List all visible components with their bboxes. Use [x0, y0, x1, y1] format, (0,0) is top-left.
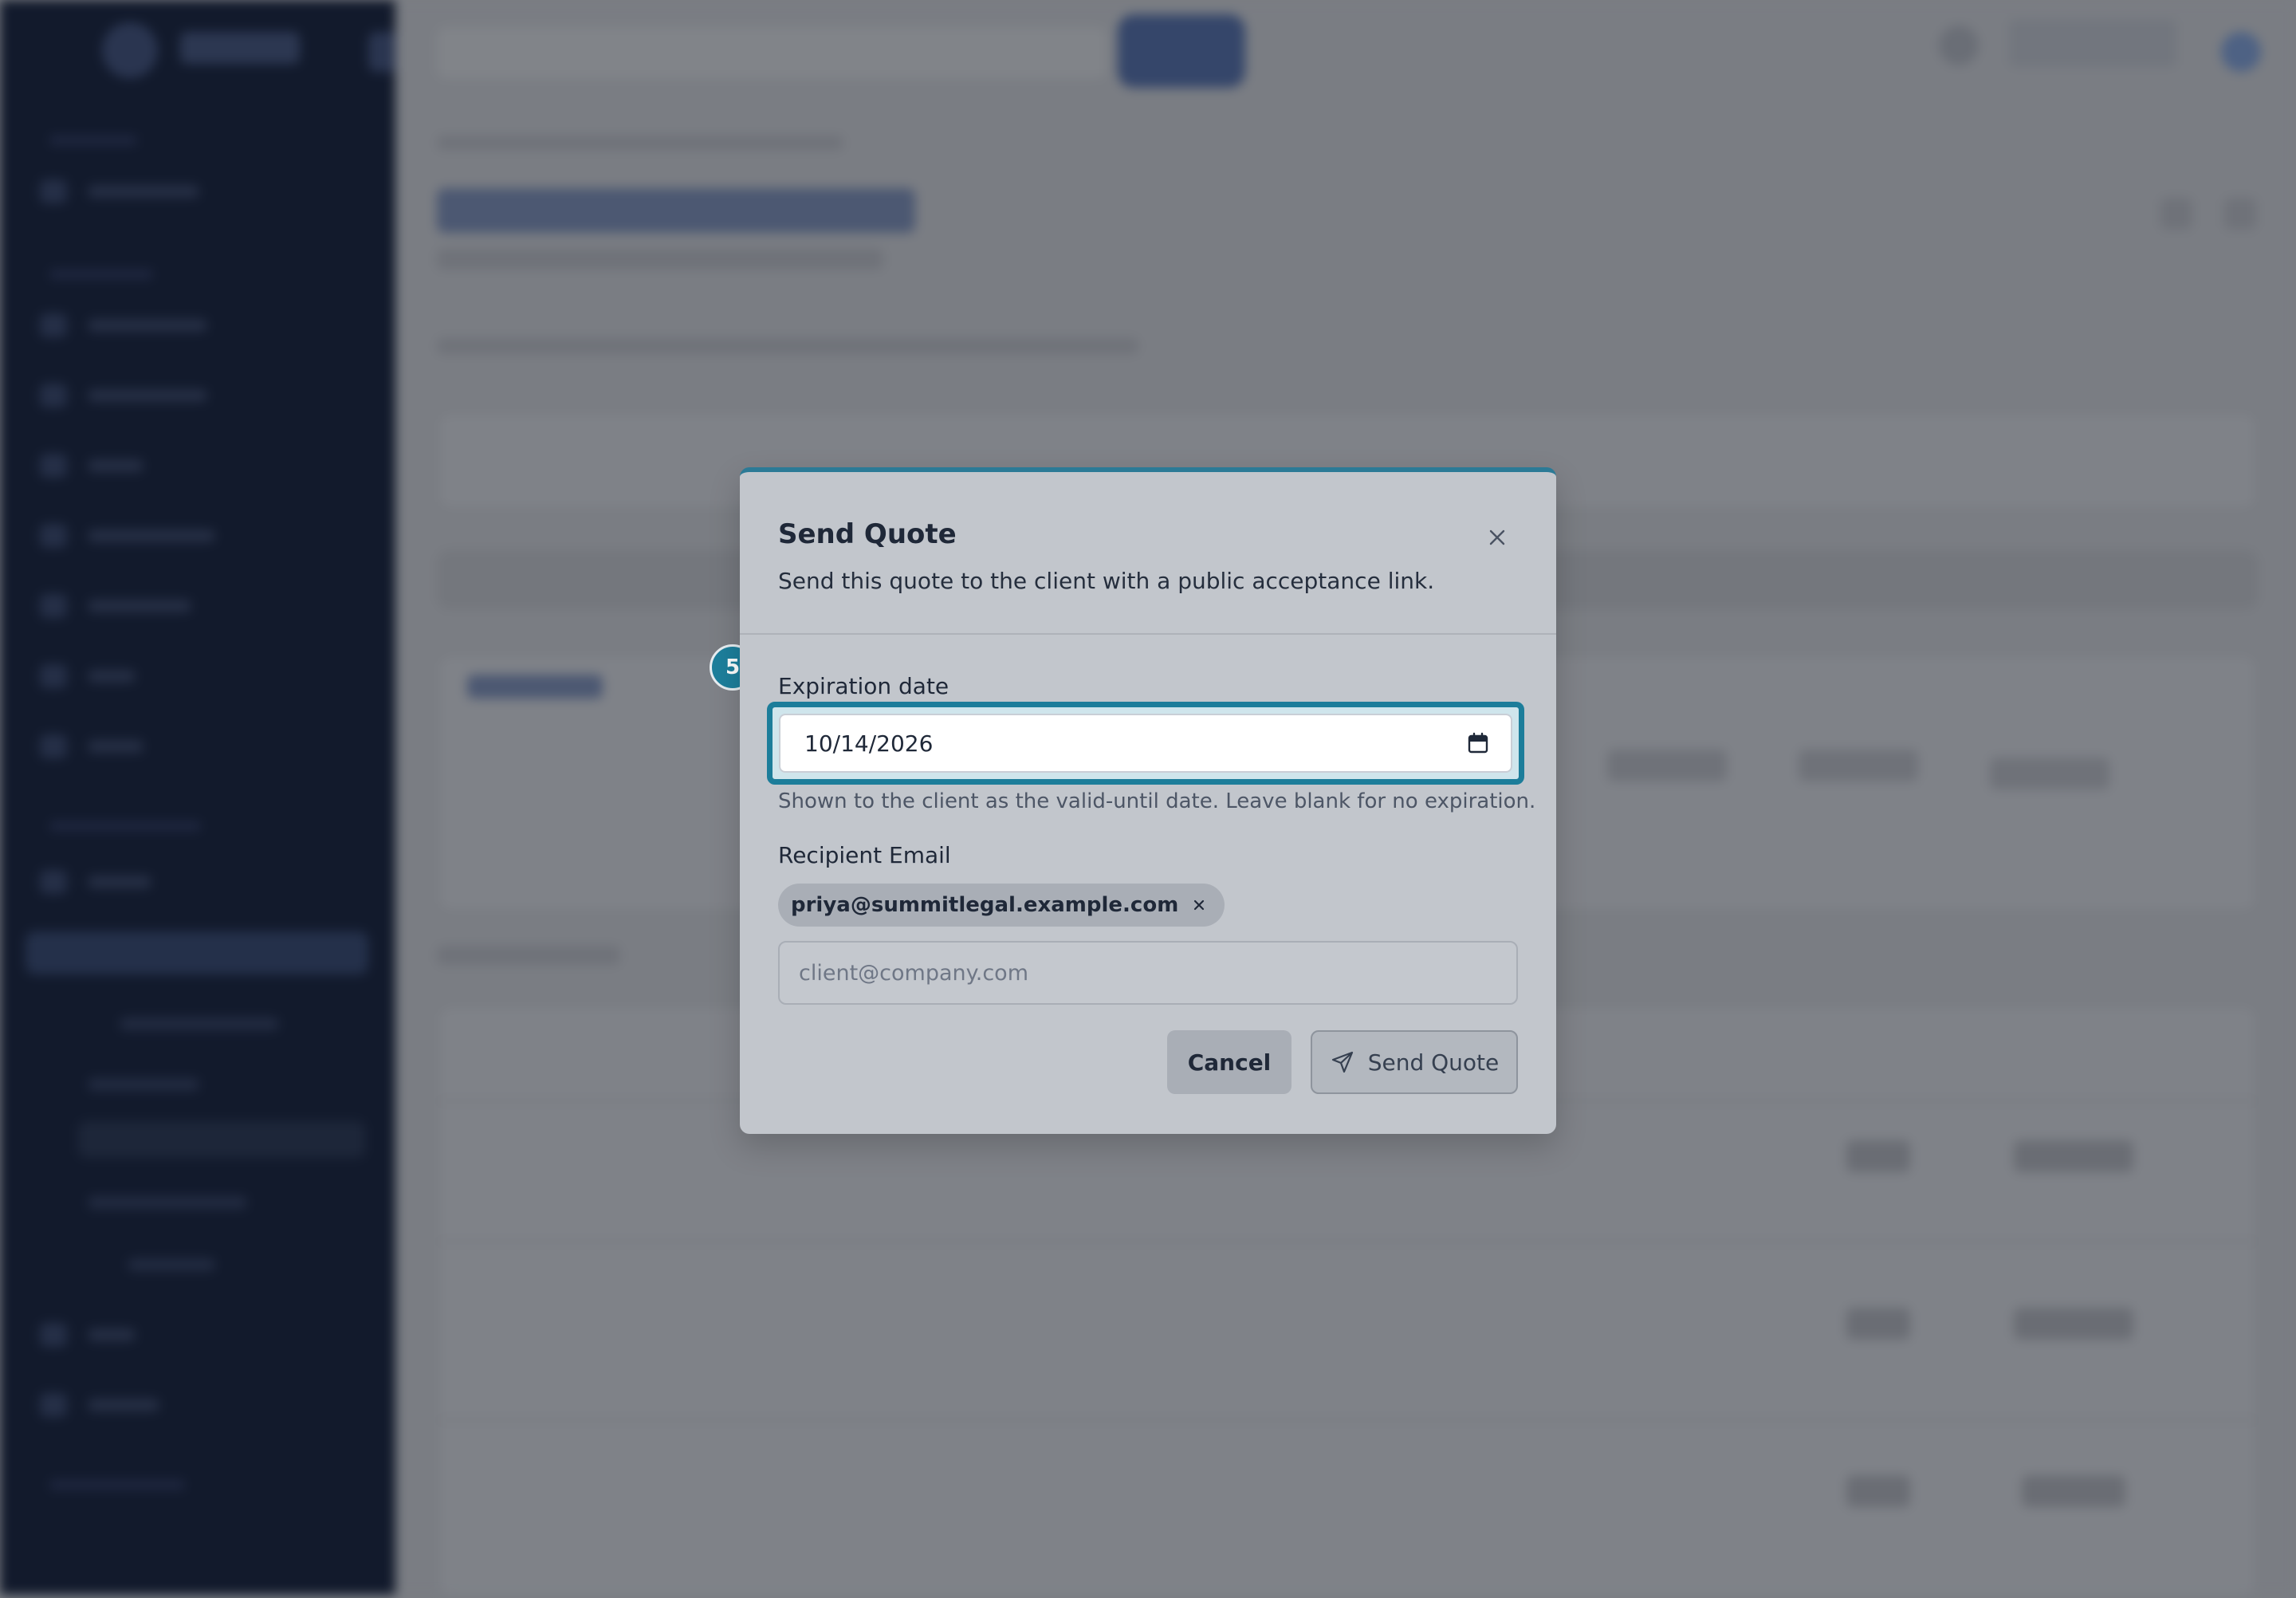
sidebar-item[interactable] [40, 453, 144, 478]
sidebar-subitem[interactable] [88, 1078, 199, 1091]
summary-value [1990, 758, 2109, 789]
sidebar-item[interactable] [40, 383, 207, 408]
logo-icon [102, 22, 158, 78]
sidebar-item[interactable] [40, 313, 207, 338]
expiration-date-value: 10/14/2026 [804, 730, 934, 757]
sidebar-subitem[interactable] [120, 1017, 279, 1030]
send-quote-button[interactable]: Send Quote [1311, 1030, 1518, 1094]
sidebar-item[interactable] [40, 663, 136, 689]
description-text [437, 338, 1138, 354]
page-title [437, 188, 915, 233]
page-subtitle [437, 249, 883, 270]
table-row [437, 1241, 2256, 1242]
dialog-description: Send this quote to the client with a pub… [778, 568, 1435, 594]
dialog-title: Send Quote [778, 518, 957, 550]
summary-heading [467, 675, 603, 699]
recipient-email-input[interactable] [778, 941, 1518, 1005]
logo-wordmark [180, 32, 300, 64]
sidebar-section-header [49, 821, 201, 831]
sidebar-item[interactable] [40, 1392, 159, 1418]
send-quote-dialog: Send Quote Send this quote to the client… [740, 467, 1556, 1134]
recipient-email-label: Recipient Email [778, 842, 951, 868]
send-icon [1331, 1051, 1353, 1073]
expiration-date-label: Expiration date [778, 673, 949, 699]
sidebar-subitem[interactable] [128, 1258, 215, 1271]
section-label [437, 946, 620, 965]
sidebar-item[interactable] [40, 869, 151, 895]
summary-value [1607, 750, 1727, 781]
send-quote-button-label: Send Quote [1367, 1049, 1500, 1076]
table-cell [1846, 1140, 1910, 1172]
cancel-button[interactable]: Cancel [1167, 1030, 1292, 1094]
sidebar-item[interactable] [40, 523, 215, 549]
sidebar-item[interactable] [40, 1322, 136, 1348]
top-action-button[interactable] [1118, 14, 1245, 88]
search-input[interactable] [437, 27, 1107, 78]
sidebar-item[interactable] [40, 593, 191, 619]
table-cell [2022, 1475, 2125, 1507]
expiration-date-hint: Shown to the client as the valid-until d… [778, 789, 1536, 813]
calendar-icon[interactable] [1464, 730, 1492, 757]
sidebar-section-header [49, 270, 153, 279]
table-cell [1846, 1308, 1910, 1340]
recipient-email-chip: priya@summitlegal.example.com [778, 884, 1225, 927]
close-button[interactable] [1478, 518, 1516, 557]
edit-icon[interactable] [2160, 198, 2192, 230]
close-icon [1194, 899, 1205, 911]
table-row [437, 1419, 2256, 1421]
sidebar-item[interactable] [40, 734, 144, 759]
user-menu[interactable] [2009, 19, 2176, 67]
remove-recipient-button[interactable] [1189, 895, 1209, 915]
table-cell [1846, 1475, 1910, 1507]
sidebar-section-header [49, 136, 137, 145]
sidebar-subitem-active[interactable] [78, 1121, 365, 1158]
breadcrumb [437, 136, 843, 150]
sidebar-section-header [49, 1480, 185, 1490]
table-cell [2014, 1140, 2133, 1172]
divider [740, 633, 1556, 635]
sidebar-item-active[interactable] [26, 931, 368, 974]
close-icon [1489, 529, 1505, 545]
notifications-icon[interactable] [1939, 26, 1979, 65]
expiration-date-focus-ring: 10/14/2026 [767, 702, 1524, 785]
avatar[interactable] [2221, 32, 2261, 72]
sidebar-subitem[interactable] [88, 1196, 247, 1209]
recipient-email-chip-label: priya@summitlegal.example.com [791, 893, 1179, 917]
sidebar [0, 0, 400, 1595]
table-cell [2014, 1308, 2133, 1340]
summary-value [1799, 750, 1918, 781]
more-icon[interactable] [2224, 198, 2256, 230]
sidebar-item[interactable] [40, 179, 199, 204]
expiration-date-input[interactable]: 10/14/2026 [779, 714, 1512, 773]
